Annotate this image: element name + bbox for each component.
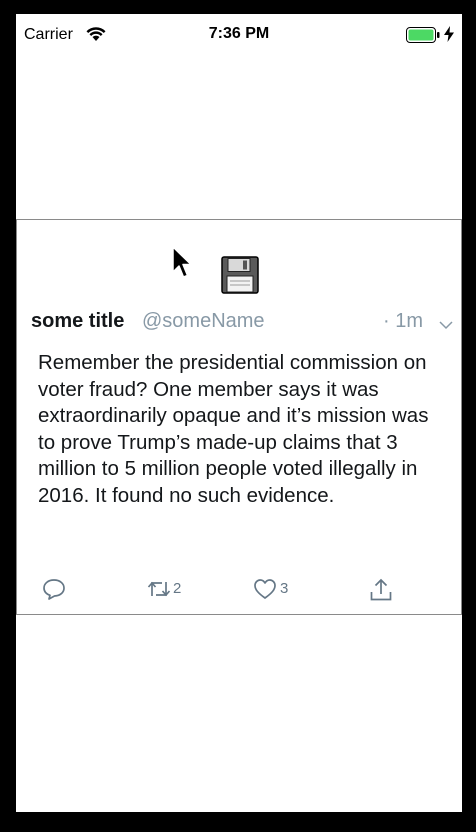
cursor-icon [171,246,193,280]
tweet-card[interactable]: some title @someName · 1m Remember the p… [16,219,462,615]
tweet-time: · 1m [383,310,423,332]
retweet-icon [147,581,171,597]
save-icon[interactable] [221,256,259,294]
retweet-count: 2 [173,580,182,597]
battery-icon [406,27,440,43]
retweet-button[interactable]: 2 [147,576,207,602]
like-count: 3 [280,580,289,597]
tweet-actions: 2 3 [17,576,461,602]
share-icon [370,578,392,601]
reply-icon [43,579,65,600]
like-icon [254,579,276,599]
phone-screen: Carrier 7:36 PM some title @someName · 1… [16,14,462,812]
status-time: 7:36 PM [208,25,270,42]
tweet-text: Remember the presidential commission on … [38,351,429,507]
share-button[interactable] [369,576,395,602]
author-name[interactable]: some title [31,310,124,333]
chevron-down-icon[interactable] [439,317,453,330]
tweet-header: some title @someName · 1m [31,308,453,336]
charging-icon [444,26,454,42]
like-button[interactable]: 3 [253,576,313,602]
author-handle[interactable]: @someName [142,310,265,333]
reply-button[interactable] [42,576,68,602]
status-bar: Carrier 7:36 PM [16,14,462,54]
